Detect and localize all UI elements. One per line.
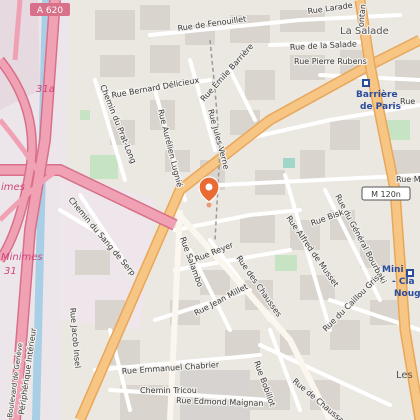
barriere-label-1: Barrière bbox=[356, 89, 398, 100]
street-label: Rue Marc bbox=[396, 175, 420, 184]
metro-minimes-icon[interactable] bbox=[406, 269, 414, 277]
exit-31a-label: 31a bbox=[36, 84, 55, 95]
metro-barriere-icon[interactable] bbox=[362, 79, 370, 87]
route-shield-label: M 120n bbox=[371, 190, 401, 199]
minimes-exit-label: imes bbox=[1, 182, 25, 193]
minimes-label-3: Noug bbox=[394, 289, 420, 299]
route-shield: M 120n bbox=[361, 186, 411, 201]
minimes-lower-label: Minimes bbox=[1, 252, 43, 263]
street-label: Chemin Tricou bbox=[140, 386, 197, 395]
street-label: Rue Pierre Rubens bbox=[294, 57, 367, 66]
a620-label: A 620 bbox=[37, 6, 63, 16]
map-canvas[interactable]: M 120n A 620 31a imes Minimes 31 Périphé… bbox=[0, 0, 420, 420]
exit-31-label: 31 bbox=[4, 266, 17, 277]
minimes-label-2: - Cla bbox=[392, 277, 415, 287]
map-view[interactable]: M 120n A 620 31a imes Minimes 31 Périphé… bbox=[0, 0, 420, 420]
street-label: Rue bbox=[400, 97, 415, 106]
place-les: Les bbox=[396, 370, 413, 381]
pool bbox=[283, 158, 295, 168]
barriere-label-2: de Paris bbox=[360, 102, 401, 112]
